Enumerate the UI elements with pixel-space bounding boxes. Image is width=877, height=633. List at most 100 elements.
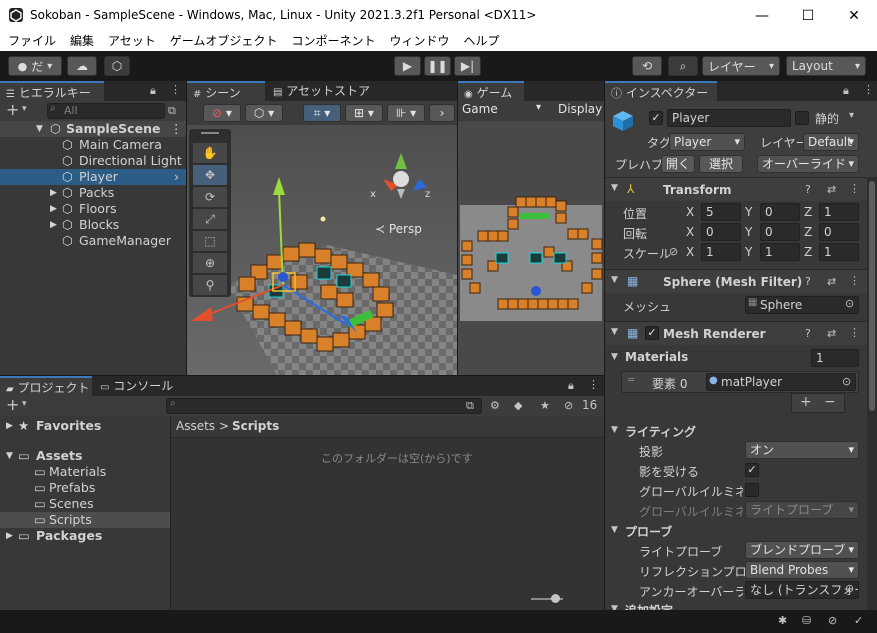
menu-file[interactable]: ファイル <box>8 31 56 51</box>
active-checkbox[interactable]: ✓ <box>649 111 663 125</box>
move-tool-button[interactable]: ✥ <box>193 165 227 185</box>
overrides-dropdown[interactable]: オーバーライド <box>757 155 859 173</box>
breadcrumb-assets[interactable]: Assets <box>176 419 215 433</box>
presets-icon[interactable]: ⇄ <box>827 327 836 340</box>
mesh-renderer-enabled-checkbox[interactable]: ✓ <box>645 326 659 340</box>
draw-mode-dropdown[interactable]: ⊘ ▾ <box>203 104 241 122</box>
material-field[interactable]: matPlayer <box>706 373 856 391</box>
tab-asset-store[interactable]: ▤ アセットストア <box>267 81 377 101</box>
layout-dropdown[interactable]: Layout ▾ <box>786 56 866 76</box>
snap-increment-dropdown[interactable]: ⊞ ▾ <box>345 104 383 122</box>
object-picker-icon[interactable]: ⊙ <box>842 375 851 388</box>
history-button[interactable]: ⟲ <box>632 56 662 76</box>
game-view-dropdown[interactable]: Game ▾ <box>462 102 546 116</box>
chevron-right-icon[interactable]: › <box>174 169 179 185</box>
filter-label-icon[interactable]: ◆ <box>514 399 522 412</box>
step-button[interactable]: ▶| <box>454 56 481 76</box>
rotation-x-input[interactable]: 0 <box>701 223 741 241</box>
lock-icon[interactable]: 🔒︎ <box>843 84 849 98</box>
mesh-filter-header[interactable]: ▼ ▦ Sphere (Mesh Filter) ? ⇄ ⋮ <box>605 269 871 293</box>
tab-hierarchy[interactable]: ☰ ヒエラルキー <box>0 81 104 101</box>
search-button[interactable]: ⌕ <box>668 56 698 76</box>
more-menu-icon[interactable]: ⋮ <box>849 326 860 339</box>
progress-check-icon[interactable]: ✓ <box>854 614 863 627</box>
expand-arrow-icon[interactable]: ▼ <box>36 121 43 137</box>
palette-handle[interactable] <box>201 132 219 134</box>
drag-handle-icon[interactable]: ═ <box>628 375 634 386</box>
pause-button[interactable]: ❚❚ <box>424 56 451 76</box>
more-menu-icon[interactable]: ⋮ <box>849 182 860 195</box>
minimize-button[interactable]: — <box>739 4 785 28</box>
transform-tool-button[interactable]: ⊕ <box>193 253 227 273</box>
tab-game[interactable]: ◉ ゲーム <box>458 81 524 101</box>
chevron-down-icon[interactable]: ▾ <box>849 110 854 121</box>
light-probes-dropdown[interactable]: ブレンドプローブ <box>745 541 859 559</box>
breadcrumb-scripts[interactable]: Scripts <box>232 419 279 433</box>
ruler-dropdown[interactable]: ⊪ ▾ <box>387 104 425 122</box>
hand-tool-button[interactable]: ✋ <box>193 143 227 163</box>
favorite-star-icon[interactable]: ★ <box>540 399 550 412</box>
expand-arrow-icon[interactable]: ▼ <box>611 327 618 337</box>
hierarchy-item-selected[interactable]: ⬡ Player › <box>0 169 186 185</box>
menu-window[interactable]: ウィンドウ <box>389 31 449 51</box>
scale-x-input[interactable]: 1 <box>701 243 741 261</box>
expand-arrow-icon[interactable]: ▼ <box>611 425 618 435</box>
tree-item-scenes[interactable]: ▭ Scenes <box>0 496 170 512</box>
object-picker-icon[interactable]: ⊙ <box>845 582 854 595</box>
cast-shadows-dropdown[interactable]: オン <box>745 441 859 459</box>
contribute-gi-checkbox[interactable] <box>745 483 759 497</box>
menu-help[interactable]: ヘルプ <box>463 31 499 51</box>
tab-console[interactable]: ▭ コンソール <box>94 376 184 396</box>
menu-assets[interactable]: アセット <box>108 31 156 51</box>
collab-button[interactable]: ⬡ <box>104 56 130 76</box>
presets-icon[interactable]: ⇄ <box>827 183 836 196</box>
mesh-renderer-header[interactable]: ▼ ▦ ✓ Mesh Renderer ? ⇄ ⋮ <box>605 321 871 345</box>
reflection-probes-dropdown[interactable]: Blend Probes <box>745 561 859 579</box>
lock-icon[interactable]: 🔒︎ <box>150 84 156 98</box>
expand-arrow-icon[interactable]: ▼ <box>611 275 618 285</box>
position-z-input[interactable]: 1 <box>819 203 859 221</box>
hierarchy-item[interactable]: ⬡ Main Camera <box>0 137 186 153</box>
rect-tool-button[interactable]: ⬚ <box>193 231 227 251</box>
expand-arrow-icon[interactable]: ▼ <box>611 352 618 362</box>
hierarchy-item[interactable]: ⬡ GameManager <box>0 233 186 249</box>
position-x-input[interactable]: 5 <box>701 203 741 221</box>
tag-dropdown[interactable]: Player <box>669 133 745 151</box>
shading-dropdown[interactable]: ⬡ ▾ <box>245 104 283 122</box>
static-checkbox[interactable] <box>795 111 809 125</box>
constrain-proportions-icon[interactable]: ⊘ <box>669 245 678 258</box>
scene-more-button[interactable]: › <box>429 104 455 122</box>
materials-count-input[interactable]: 1 <box>811 349 859 367</box>
expand-arrow-icon[interactable]: ▼ <box>6 448 13 464</box>
rotation-y-input[interactable]: 0 <box>760 223 800 241</box>
debug-icon[interactable]: ✱ <box>778 614 787 627</box>
menu-gameobject[interactable]: ゲームオブジェクト <box>170 31 278 51</box>
scrollbar-thumb[interactable] <box>869 181 875 411</box>
more-menu-icon[interactable]: ⋮ <box>588 378 599 391</box>
filter-type-icon[interactable]: ⚙ <box>490 399 500 412</box>
scene-row[interactable]: ▼ ⬡ SampleScene ⋮ <box>0 121 186 137</box>
maximize-button[interactable]: ☐ <box>785 4 831 28</box>
auto-generate-lighting-icon[interactable]: ⊘ <box>828 614 837 627</box>
display-dropdown[interactable]: Display <box>558 102 602 116</box>
object-name-input[interactable]: Player <box>667 109 791 127</box>
layer-dropdown[interactable]: Default <box>803 133 859 151</box>
scale-tool-button[interactable]: ⤢ <box>193 209 227 229</box>
help-icon[interactable]: ? <box>805 183 811 196</box>
position-y-input[interactable]: 0 <box>760 203 800 221</box>
hierarchy-search-input[interactable]: All <box>47 103 165 119</box>
cache-server-icon[interactable]: ⛁ <box>802 614 811 627</box>
create-asset-button[interactable]: + <box>6 396 19 414</box>
search-options-icon[interactable]: ⧉ <box>466 399 474 413</box>
lock-icon[interactable]: 🔒︎ <box>568 379 574 393</box>
hierarchy-item[interactable]: ▶ ⬡ Floors <box>0 201 186 217</box>
menu-edit[interactable]: 編集 <box>70 31 94 51</box>
more-menu-icon[interactable]: ⋮ <box>863 83 874 96</box>
tab-project[interactable]: ▰ プロジェクト <box>0 376 92 396</box>
cloud-button[interactable]: ☁ <box>67 56 97 76</box>
hierarchy-item[interactable]: ▶ ⬡ Packs <box>0 185 186 201</box>
scale-y-input[interactable]: 1 <box>760 243 800 261</box>
expand-arrow-icon[interactable]: ▼ <box>611 525 618 535</box>
hidden-packages-icon[interactable]: ⊘ <box>564 399 573 412</box>
inspector-scrollbar[interactable] <box>867 177 877 610</box>
